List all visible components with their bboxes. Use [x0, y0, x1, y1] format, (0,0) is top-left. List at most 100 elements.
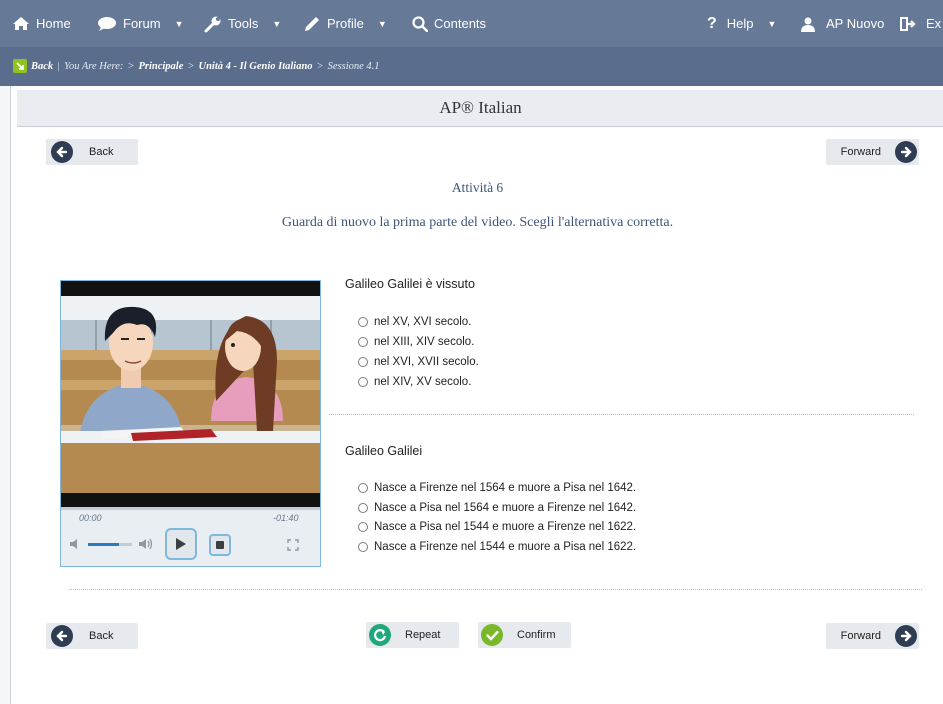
- radio-button[interactable]: [358, 542, 368, 552]
- back-arrow-icon[interactable]: [13, 59, 27, 73]
- question-2-option-2[interactable]: Nasce a Pisa nel 1564 e muore a Firenze …: [358, 502, 636, 514]
- nav-help-label: Help: [726, 16, 754, 31]
- repeat-icon: [369, 624, 391, 646]
- question-1-option-3[interactable]: nel XVI, XVII secolo.: [358, 356, 479, 368]
- breadcrumb-arrow: >: [187, 60, 195, 72]
- question-1-option-4[interactable]: nel XIV, XV secolo.: [358, 376, 471, 388]
- radio-button[interactable]: [358, 483, 368, 493]
- radio-button[interactable]: [358, 357, 368, 367]
- chevron-down-icon: ▼: [272, 18, 282, 29]
- nav-profile[interactable]: Profile ▼: [303, 0, 387, 47]
- breadcrumb-arrow: >: [316, 60, 324, 72]
- checkmark-icon: [481, 624, 503, 646]
- forward-button-bottom[interactable]: Forward: [826, 623, 919, 649]
- option-label: nel XIII, XIV secolo.: [374, 336, 475, 348]
- back-button-label: Back: [89, 630, 114, 642]
- volume-mute-icon[interactable]: [69, 538, 81, 550]
- question-divider: [329, 414, 914, 415]
- option-label: Nasce a Pisa nel 1564 e muore a Firenze …: [374, 502, 637, 514]
- breadcrumb-back-link[interactable]: Back: [31, 61, 53, 72]
- nav-forum-label: Forum: [123, 16, 161, 31]
- activity-instructions: Guarda di nuovo la prima parte del video…: [281, 215, 674, 230]
- question-2-prompt: Galileo Galilei: [345, 444, 423, 458]
- home-icon: [13, 17, 29, 30]
- repeat-button[interactable]: Repeat: [366, 622, 459, 648]
- question-2-option-1[interactable]: Nasce a Firenze nel 1564 e muore a Pisa …: [358, 482, 636, 494]
- activity-title: Attività 6: [451, 180, 504, 195]
- option-label: nel XVI, XVII secolo.: [374, 356, 479, 368]
- chat-bubble-icon: [98, 16, 116, 31]
- sign-out-icon: [900, 16, 916, 31]
- nav-forum[interactable]: Forum ▼: [97, 0, 183, 47]
- option-label: Nasce a Firenze nel 1564 e muore a Pisa …: [374, 482, 637, 494]
- video-frame-cartoon: [61, 281, 320, 507]
- option-label: Nasce a Pisa nel 1544 e muore a Firenze …: [374, 521, 637, 533]
- question-2-option-4[interactable]: Nasce a Firenze nel 1544 e muore a Pisa …: [358, 541, 636, 553]
- course-title: AP® Italian: [17, 90, 943, 127]
- wrench-icon: [204, 16, 221, 32]
- arrow-left-icon: [51, 141, 73, 163]
- arrow-right-icon: [895, 625, 917, 647]
- nav-user[interactable]: AP Nuovo: [800, 0, 884, 47]
- chevron-down-icon: ▼: [174, 18, 184, 29]
- nav-exit-label: Ex: [926, 16, 942, 31]
- radio-button[interactable]: [358, 377, 368, 387]
- nav-exit[interactable]: Ex: [900, 0, 941, 47]
- option-label: nel XIV, XV secolo.: [374, 376, 472, 388]
- breadcrumb-item-session: Sessione 4.1: [327, 60, 380, 72]
- activity-panel: AP® Italian Back Forward Attività 6 Guar…: [10, 86, 943, 704]
- breadcrumb-bar: Back | You Are Here: > Principale > Unit…: [0, 47, 943, 86]
- breadcrumb-separator: |: [57, 60, 61, 72]
- pencil-icon: [305, 16, 319, 31]
- video-controls: 00:00 -01:40: [61, 507, 320, 566]
- volume-slider-fill: [88, 543, 119, 546]
- confirm-button-label: Confirm: [517, 629, 556, 641]
- back-button-label: Back: [89, 146, 114, 158]
- stop-icon: [216, 541, 224, 549]
- confirm-button[interactable]: Confirm: [478, 622, 571, 648]
- option-label: nel XV, XVI secolo.: [374, 316, 472, 328]
- option-label: Nasce a Firenze nel 1544 e muore a Pisa …: [374, 541, 637, 553]
- chevron-down-icon: ▼: [767, 18, 777, 29]
- radio-button[interactable]: [358, 522, 368, 532]
- nav-tools-label: Tools: [228, 16, 259, 31]
- back-button-top[interactable]: Back: [46, 139, 138, 165]
- radio-button[interactable]: [358, 337, 368, 347]
- volume-slider[interactable]: [88, 543, 132, 546]
- video-elapsed-time: 00:00: [79, 513, 102, 523]
- forward-button-top[interactable]: Forward: [826, 139, 919, 165]
- radio-button[interactable]: [358, 317, 368, 327]
- repeat-button-label: Repeat: [405, 629, 441, 641]
- nav-home[interactable]: Home: [12, 0, 71, 47]
- breadcrumb-item-principale[interactable]: Principale: [138, 61, 183, 72]
- video-player[interactable]: 00:00 -01:40: [60, 280, 321, 567]
- fullscreen-icon[interactable]: [287, 539, 299, 551]
- breadcrumb-arrow: >: [127, 60, 135, 72]
- arrow-left-icon: [51, 625, 73, 647]
- video-remaining-time: -01:40: [273, 513, 299, 523]
- search-icon: [412, 15, 428, 32]
- play-button[interactable]: [165, 528, 197, 560]
- nav-profile-label: Profile: [327, 16, 364, 31]
- play-icon: [176, 538, 186, 550]
- question-1-option-1[interactable]: nel XV, XVI secolo.: [358, 316, 471, 328]
- nav-help[interactable]: ? Help ▼: [707, 0, 776, 47]
- nav-user-label: AP Nuovo: [826, 16, 885, 31]
- forward-button-label: Forward: [840, 630, 881, 642]
- volume-up-icon[interactable]: [138, 537, 154, 551]
- arrow-right-icon: [895, 141, 917, 163]
- top-navigation-bar: Home Forum ▼ Tools ▼ Profile ▼ Contents …: [0, 0, 943, 47]
- back-button-bottom[interactable]: Back: [46, 623, 138, 649]
- question-2-option-3[interactable]: Nasce a Pisa nel 1544 e muore a Firenze …: [358, 521, 636, 533]
- question-1-option-2[interactable]: nel XIII, XIV secolo.: [358, 336, 474, 348]
- nav-tools[interactable]: Tools ▼: [204, 0, 281, 47]
- section-divider: [69, 589, 922, 590]
- breadcrumb: Back | You Are Here: > Principale > Unit…: [13, 59, 380, 73]
- breadcrumb-item-unit[interactable]: Unità 4 - Il Genio Italiano: [198, 61, 312, 72]
- user-icon: [801, 17, 815, 32]
- stop-button[interactable]: [209, 534, 231, 556]
- radio-button[interactable]: [358, 503, 368, 513]
- video-progress-track[interactable]: [61, 507, 320, 510]
- nav-contents[interactable]: Contents: [412, 0, 486, 47]
- forward-button-label: Forward: [840, 146, 881, 158]
